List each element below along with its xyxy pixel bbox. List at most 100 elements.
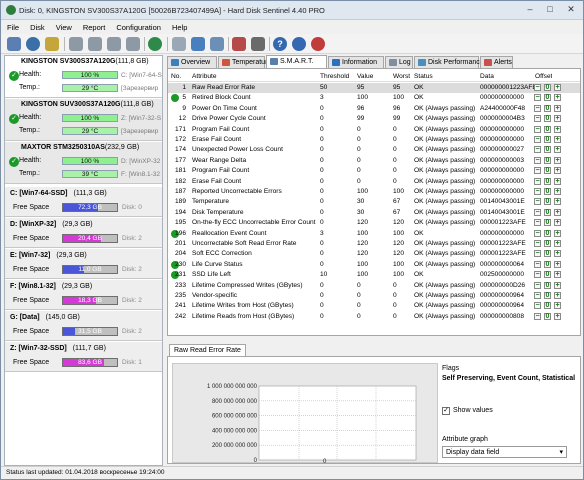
offset-plus-button[interactable]: + [554, 292, 561, 299]
copy-icon[interactable] [172, 37, 186, 51]
offset-zero-button[interactable]: 0 [544, 94, 551, 102]
offset-minus-button[interactable]: − [534, 146, 541, 154]
offset-minus-button[interactable]: − [534, 260, 541, 268]
offset-zero-button[interactable]: 0 [544, 250, 551, 258]
offset-zero-button[interactable]: 0 [544, 281, 551, 289]
tab-temperature[interactable]: Temperature [218, 56, 271, 68]
smart-row[interactable]: 195 On-the-fly ECC Uncorrectable Error Co… [168, 218, 580, 228]
smart-row[interactable]: 233 Lifetime Compressed Writes (GBytes) 0 0… [168, 281, 580, 291]
exit-icon[interactable] [311, 37, 325, 51]
offset-plus-button[interactable]: + [554, 260, 561, 268]
offset-minus-button[interactable]: − [534, 219, 541, 227]
smart-row[interactable]: 181 Program Fail Count 0 0 0 OK (Always passi… [168, 166, 580, 176]
partition-item[interactable]: Z: [Win7-32-SSD] (111,7 GB) Free Space 83,6… [5, 342, 162, 372]
sync-icon[interactable] [191, 37, 205, 51]
menu-report[interactable]: Report [77, 21, 111, 32]
maximize-icon[interactable]: □ [541, 4, 559, 16]
report-icon[interactable] [210, 37, 224, 51]
smart-row[interactable]: 177 Wear Range Delta 0 0 0 OK (Always passing… [168, 156, 580, 166]
tool-icon-2[interactable] [88, 37, 102, 51]
offset-minus-button[interactable]: − [534, 84, 541, 91]
offset-zero-button[interactable]: 0 [544, 84, 551, 91]
offset-zero-button[interactable]: 0 [544, 104, 551, 112]
col-status[interactable]: Status [414, 73, 433, 80]
offset-minus-button[interactable]: − [534, 312, 541, 320]
partition-item[interactable]: F: [Win8.1-32] (29,3 GB) Free Space 18,3 GB… [5, 280, 162, 310]
tool-icon-1[interactable] [69, 37, 83, 51]
col-attribute[interactable]: Attribute [192, 73, 217, 80]
offset-zero-button[interactable]: 0 [544, 188, 551, 195]
offset-zero-button[interactable]: 0 [544, 292, 551, 299]
col-no[interactable]: No. [171, 73, 181, 80]
smart-row[interactable]: 1 Raw Read Error Rate 50 95 95 OK 000000001223… [168, 83, 580, 94]
show-values-checkbox[interactable]: ✓ [442, 407, 450, 415]
offset-zero-button[interactable]: 0 [544, 177, 551, 185]
offset-minus-button[interactable]: − [534, 198, 541, 206]
smart-row[interactable]: 171 Program Fail Count 0 0 0 OK (Always passi… [168, 125, 580, 135]
offset-plus-button[interactable]: + [554, 146, 561, 154]
smart-row[interactable]: 230 Life Curve Status 0 100 100 OK (Always pa… [168, 260, 580, 270]
offset-minus-button[interactable]: − [534, 240, 541, 247]
offset-minus-button[interactable]: − [534, 292, 541, 299]
smart-row[interactable]: 241 Lifetime Writes from Host (GBytes) 0 0 0… [168, 301, 580, 311]
smart-row[interactable]: 201 Uncorrectable Soft Read Error Rate 0 12… [168, 239, 580, 249]
offset-zero-button[interactable]: 0 [544, 136, 551, 143]
disk-item[interactable]: KINGSTON SV300S37A120G(111,8 GB) ✓ Health:… [5, 56, 162, 98]
offset-minus-button[interactable]: − [534, 281, 541, 289]
tab-raw-read-error-rate[interactable]: Raw Read Error Rate [169, 344, 246, 356]
disk-scan-icon[interactable] [26, 37, 40, 51]
smart-row[interactable]: 235 Vendor-specific 0 0 0 OK (Always passing)… [168, 291, 580, 301]
smart-row[interactable]: 189 Temperature 0 30 67 OK (Always passing) 00… [168, 197, 580, 207]
offset-zero-button[interactable]: 0 [544, 219, 551, 227]
menu-configuration[interactable]: Configuration [110, 21, 166, 32]
col-offset[interactable]: Offset [535, 73, 552, 80]
offset-minus-button[interactable]: − [534, 94, 541, 102]
offset-plus-button[interactable]: + [554, 136, 561, 143]
partition-item[interactable]: G: [Data] (145,0 GB) Free Space 31,5 GB Disk… [5, 311, 162, 341]
partition-item[interactable]: E: [Win7-32] (29,3 GB) Free Space 11,0 GB Di… [5, 249, 162, 279]
minimize-icon[interactable]: – [521, 4, 539, 16]
web-icon[interactable] [148, 37, 162, 51]
tab-overview[interactable]: Overview [167, 56, 217, 68]
smart-row[interactable]: 5 Retired Block Count 3 100 100 OK 00000000000… [168, 93, 580, 103]
offset-plus-button[interactable]: + [554, 271, 561, 279]
offset-zero-button[interactable]: 0 [544, 260, 551, 268]
offset-minus-button[interactable]: − [534, 250, 541, 258]
smart-row[interactable]: 187 Reported Uncorrectable Errors 0 100 100 O… [168, 187, 580, 197]
smart-row[interactable]: 12 Drive Power Cycle Count 0 99 99 OK (Always… [168, 114, 580, 124]
offset-plus-button[interactable]: + [554, 115, 561, 123]
col-value[interactable]: Value [357, 73, 373, 80]
tools-icon[interactable] [251, 37, 265, 51]
partition-item[interactable]: D: [WinXP-32] (29,3 GB) Free Space 20,4 GB D… [5, 218, 162, 248]
offset-plus-button[interactable]: + [554, 156, 561, 164]
smart-row[interactable]: 204 Soft ECC Correction 0 120 120 OK (Always … [168, 249, 580, 259]
smart-row[interactable]: 231 SSD Life Left 10 100 100 OK 002500000000 −0… [168, 270, 580, 280]
tab-information[interactable]: Information [328, 56, 384, 68]
offset-plus-button[interactable]: + [554, 281, 561, 289]
offset-plus-button[interactable]: + [554, 219, 561, 227]
offset-minus-button[interactable]: − [534, 156, 541, 164]
offset-plus-button[interactable]: + [554, 177, 561, 185]
tool-icon-4[interactable] [126, 37, 140, 51]
info-icon[interactable] [292, 37, 306, 51]
offset-plus-button[interactable]: + [554, 104, 561, 112]
offset-plus-button[interactable]: + [554, 188, 561, 195]
offset-minus-button[interactable]: − [534, 229, 541, 237]
offset-plus-button[interactable]: + [554, 167, 561, 175]
menu-disk[interactable]: Disk [24, 21, 50, 32]
smart-row[interactable]: 9 Power On Time Count 0 96 96 OK (Always pass… [168, 104, 580, 114]
offset-plus-button[interactable]: + [554, 250, 561, 258]
offset-minus-button[interactable]: − [534, 302, 541, 310]
tab-disk-performance[interactable]: Disk Performance [414, 56, 484, 68]
offset-minus-button[interactable]: − [534, 188, 541, 195]
offset-plus-button[interactable]: + [554, 229, 561, 237]
menu-view[interactable]: View [50, 21, 77, 32]
tab-alerts[interactable]: Alerts [480, 56, 513, 68]
col-data[interactable]: Data [480, 73, 494, 80]
tab-log[interactable]: Log [385, 56, 413, 68]
offset-plus-button[interactable]: + [554, 125, 561, 133]
partition-item[interactable]: C: [Win7-64-SSD] (111,3 GB) Free Space 72,3… [5, 187, 162, 217]
offset-minus-button[interactable]: − [534, 136, 541, 143]
smart-row[interactable]: 182 Erase Fail Count 0 0 0 OK (Always passing… [168, 177, 580, 187]
offset-zero-button[interactable]: 0 [544, 240, 551, 247]
